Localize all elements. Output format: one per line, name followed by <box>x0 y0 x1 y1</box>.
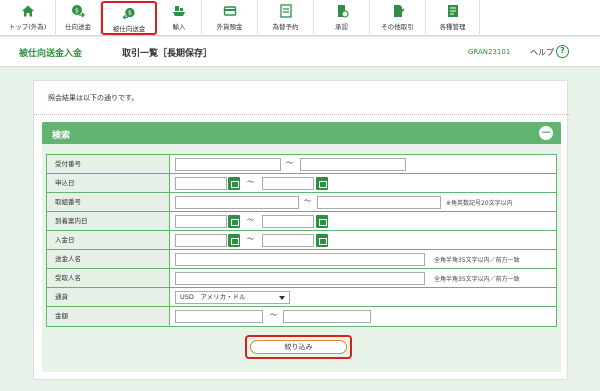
nav-approve-label: 承認 <box>335 23 348 31</box>
receipt-no-from-input[interactable] <box>175 158 281 171</box>
nav-import-label: 輸入 <box>172 23 186 31</box>
ref-no-from-input[interactable] <box>175 196 299 209</box>
search-header[interactable]: 検索 − <box>42 122 561 144</box>
receipt-no-label: 受付番号 <box>47 155 170 173</box>
currency-label: 通貨 <box>47 288 170 306</box>
nav-inward-remittance-label: 被仕向送金 <box>112 25 146 33</box>
nav-fx-deposit[interactable]: 外貨預金 <box>202 0 258 36</box>
deposit-icon <box>223 6 236 16</box>
range-tilde: ～ <box>247 178 254 186</box>
range-tilde: ～ <box>247 235 254 243</box>
nav-import[interactable]: 輸入 <box>157 0 202 36</box>
nav-top[interactable]: トップ(外為) <box>0 0 56 36</box>
currency-select[interactable]: USD アメリカ・ドル <box>175 291 290 304</box>
collapse-icon[interactable]: − <box>539 126 553 140</box>
row-arrival-date: 到着案内日 ～ <box>47 212 556 231</box>
ref-no-note: ※角英数記号20文字以内 <box>446 200 513 207</box>
calendar-icon[interactable] <box>316 177 328 190</box>
receipt-no-to-input[interactable] <box>300 158 406 171</box>
filter-button[interactable]: 絞り込み <box>250 340 347 354</box>
deposit-date-to-input[interactable] <box>262 234 314 247</box>
range-tilde: ～ <box>247 216 254 224</box>
beneficiary-input[interactable] <box>175 272 425 285</box>
ref-no-to-input[interactable] <box>317 196 441 209</box>
row-apply-date: 申込日 ～ <box>47 174 556 193</box>
screen-code: GRAN23101 <box>468 48 511 56</box>
deposit-date-label: 入金日 <box>47 231 170 249</box>
page-header: 被仕向送金入金 取引一覧［長期保存］ GRAN23101 ヘルプ ? <box>0 37 600 67</box>
deposit-date-from-input[interactable] <box>175 234 227 247</box>
nav-management[interactable]: 各種管理 <box>426 0 480 36</box>
divider <box>34 114 569 115</box>
beneficiary-note: 全角半角35文字以内／前方一致 <box>434 276 520 283</box>
calendar-icon[interactable] <box>316 234 328 247</box>
svg-text:$: $ <box>128 10 132 17</box>
nav-top-label: トップ(外為) <box>8 23 47 31</box>
arrival-date-label: 到着案内日 <box>47 212 170 230</box>
nav-inward-remittance[interactable]: $ 被仕向送金 <box>101 1 157 35</box>
remitter-note: 全角半角35文字以内／前方一致 <box>434 257 520 264</box>
amount-to-input[interactable] <box>283 310 371 323</box>
search-form: 受付番号 ～ 申込日 ～ 取組番号 ～ ※角英数記号20文字以内 到着案内日 ～… <box>46 154 557 327</box>
apply-date-to-input[interactable] <box>262 177 314 190</box>
nav-management-label: 各種管理 <box>439 23 466 31</box>
nav-outward-remittance[interactable]: $ 仕向送金 <box>56 0 101 36</box>
search-title: 検索 <box>52 131 71 141</box>
nav-fx-deposit-label: 外貨預金 <box>216 23 243 31</box>
calendar-icon[interactable] <box>228 234 240 247</box>
arrival-date-to-input[interactable] <box>262 215 314 228</box>
other-transaction-icon <box>393 5 405 17</box>
beneficiary-label: 受取人名 <box>47 269 170 287</box>
row-deposit-date: 入金日 ～ <box>47 231 556 250</box>
submit-highlight: 絞り込み <box>245 335 352 359</box>
yen-send-icon: $ <box>72 5 85 18</box>
apply-date-from-input[interactable] <box>175 177 227 190</box>
row-amount: 金額 ～ <box>47 307 556 326</box>
approve-icon <box>337 5 349 18</box>
nav-fx-contract-label: 為替予約 <box>272 23 299 31</box>
currency-value: USD アメリカ・ドル <box>180 293 246 301</box>
arrival-date-from-input[interactable] <box>175 215 227 228</box>
row-currency: 通貨 USD アメリカ・ドル <box>47 288 556 307</box>
apply-date-label: 申込日 <box>47 174 170 192</box>
section-title: 被仕向送金入金 <box>19 49 83 59</box>
range-tilde: ～ <box>270 311 277 319</box>
svg-text:$: $ <box>75 6 79 14</box>
help-link[interactable]: ヘルプ <box>530 47 554 58</box>
row-receipt-no: 受付番号 ～ <box>47 155 556 174</box>
home-icon <box>21 5 34 17</box>
exchange-contract-icon <box>279 4 292 18</box>
amount-label: 金額 <box>47 307 170 326</box>
ref-no-label: 取組番号 <box>47 193 170 211</box>
calendar-icon[interactable] <box>316 215 328 228</box>
nav-fx-contract[interactable]: 為替予約 <box>258 0 314 36</box>
nav-approve[interactable]: 承認 <box>314 0 370 36</box>
range-tilde: ～ <box>304 197 311 205</box>
management-icon <box>447 5 458 17</box>
chevron-down-icon <box>279 296 285 300</box>
nav-outward-remittance-label: 仕向送金 <box>65 23 91 31</box>
result-message: 照会結果は以下の通りです。 <box>48 94 139 102</box>
top-nav: トップ(外為) $ 仕向送金 $ 被仕向送金 輸入 外貨預金 為替予約 承認 そ… <box>0 0 600 36</box>
remitter-label: 送金人名 <box>47 250 170 268</box>
amount-from-input[interactable] <box>175 310 263 323</box>
row-beneficiary: 受取人名 全角半角35文字以内／前方一致 <box>47 269 556 288</box>
remitter-input[interactable] <box>175 253 425 266</box>
help-icon[interactable]: ? <box>556 45 569 58</box>
range-tilde: ～ <box>286 159 293 167</box>
row-remitter: 送金人名 全角半角35文字以内／前方一致 <box>47 250 556 269</box>
calendar-icon[interactable] <box>228 215 240 228</box>
calendar-icon[interactable] <box>228 177 240 190</box>
nav-other-transactions-label: その他取引 <box>381 23 414 31</box>
yen-receive-icon: $ <box>122 7 135 20</box>
row-ref-no: 取組番号 ～ ※角英数記号20文字以内 <box>47 193 556 212</box>
ship-icon <box>173 6 185 16</box>
page-title: 取引一覧［長期保存］ <box>122 49 213 59</box>
nav-other-transactions[interactable]: その他取引 <box>370 0 426 36</box>
